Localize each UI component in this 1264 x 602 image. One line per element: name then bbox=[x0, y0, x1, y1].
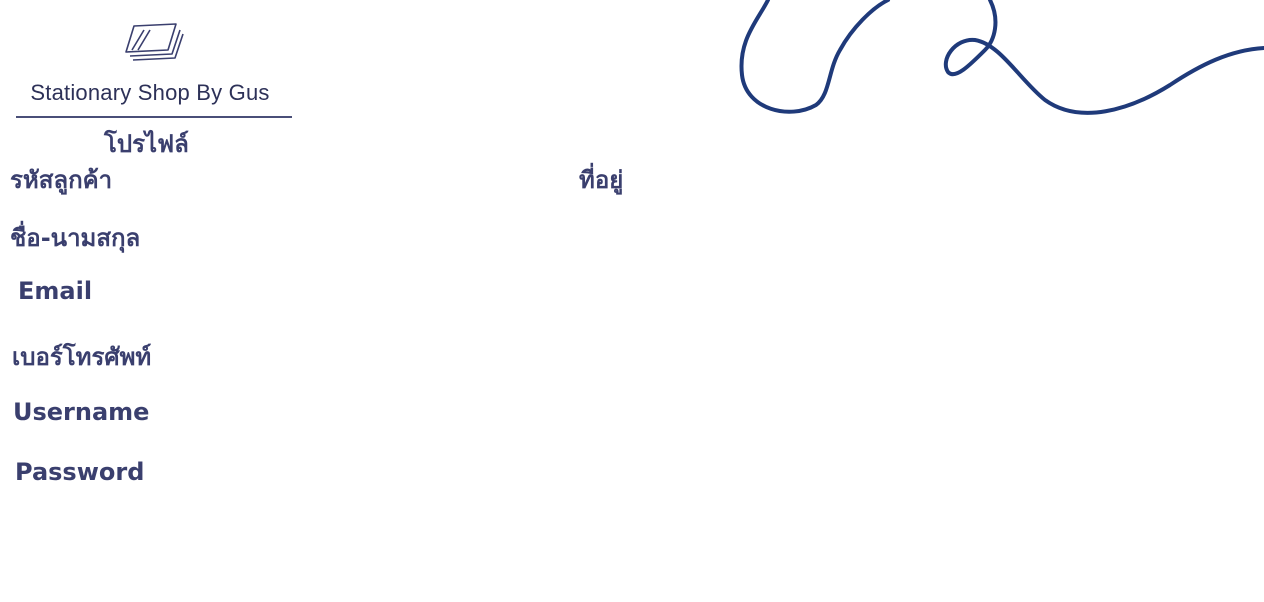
fullname-label: ชื่อ-นามสกุล bbox=[10, 224, 141, 252]
address-label: ที่อยู่ bbox=[579, 166, 624, 194]
brand-name: Stationary Shop By Gus bbox=[30, 80, 270, 105]
profile-page: Stationary Shop By Gus โปรไฟล์ รหัสลูกค้… bbox=[0, 0, 1264, 602]
page-title: โปรไฟล์ bbox=[104, 130, 189, 158]
brand-divider bbox=[16, 116, 292, 118]
stacked-papers-icon bbox=[125, 23, 184, 61]
phone-label: เบอร์โทรศัพท์ bbox=[12, 343, 152, 371]
username-label: Username bbox=[13, 398, 150, 426]
decorative-squiggle bbox=[739, 0, 1264, 115]
email-label: Email bbox=[18, 277, 93, 305]
password-label: Password bbox=[15, 458, 145, 486]
customer-id-label: รหัสลูกค้า bbox=[10, 166, 113, 194]
